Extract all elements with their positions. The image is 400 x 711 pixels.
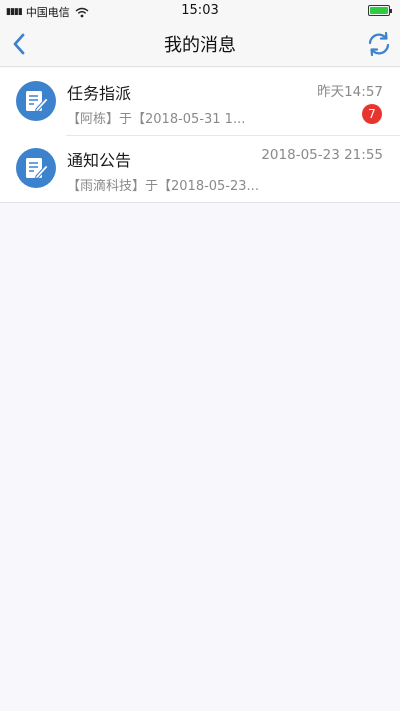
message-time: 2018-05-23 21:55 — [261, 147, 383, 163]
message-item-notice[interactable]: 通知公告 2018-05-23 21:55 【雨滴科技】于【2018-05-23… — [0, 135, 400, 202]
document-edit-icon — [16, 81, 56, 121]
message-preview: 【阿栋】于【2018-05-31 1... — [67, 112, 246, 127]
message-time: 昨天14:57 — [317, 84, 383, 100]
battery-icon — [368, 5, 392, 16]
message-preview: 【雨滴科技】于【2018-05-23... — [67, 179, 259, 194]
message-list: 任务指派 昨天14:57 【阿栋】于【2018-05-31 1... 7 通知公… — [0, 68, 400, 203]
message-title: 任务指派 — [67, 84, 132, 103]
unread-badge: 7 — [362, 104, 382, 124]
refresh-button[interactable] — [366, 31, 392, 57]
battery-level — [370, 7, 388, 14]
message-item-task[interactable]: 任务指派 昨天14:57 【阿栋】于【2018-05-31 1... 7 — [0, 68, 400, 135]
page-title: 我的消息 — [164, 35, 236, 56]
status-time: 15:03 — [181, 3, 219, 18]
document-edit-icon — [16, 148, 56, 188]
nav-bar: 我的消息 — [0, 22, 400, 67]
message-title: 通知公告 — [67, 151, 132, 170]
status-bar: ▮▮▮▮ 中国电信 15:03 — [0, 0, 400, 22]
